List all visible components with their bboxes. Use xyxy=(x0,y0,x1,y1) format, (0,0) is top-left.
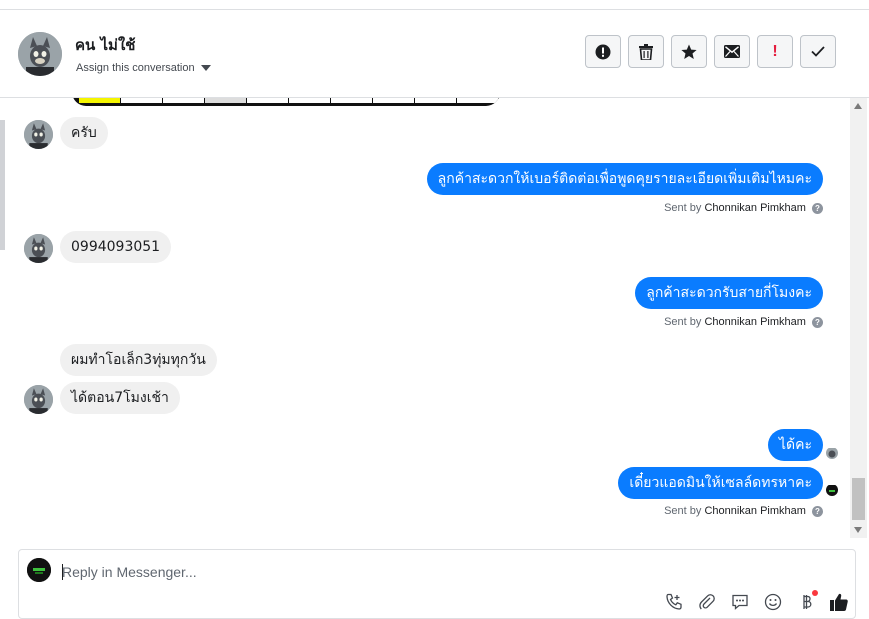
delete-button[interactable] xyxy=(628,35,664,68)
outgoing-message[interactable]: เดี๋ยวแอดมินให้เซลล์ดทรหาคะ xyxy=(618,467,823,499)
mark-done-button[interactable] xyxy=(800,35,836,68)
assign-label: Assign this conversation xyxy=(76,62,195,74)
mark-important-icon: ! xyxy=(772,42,778,60)
mark-unread-button[interactable] xyxy=(714,35,750,68)
agent-avatar xyxy=(27,558,51,582)
scrollbar-thumb[interactable] xyxy=(852,478,865,520)
payment-icon xyxy=(803,595,812,609)
attach-button[interactable] xyxy=(697,592,717,612)
payment-button[interactable] xyxy=(796,590,818,612)
star-button[interactable] xyxy=(671,35,707,68)
seen-indicator-avatar xyxy=(826,447,838,459)
outgoing-message[interactable]: ลูกค้าสะดวกให้เบอร์ติดต่อเพื่อพูดคุยรายล… xyxy=(426,163,823,195)
incoming-message[interactable]: ครับ xyxy=(60,117,108,149)
image-attachment[interactable] xyxy=(72,98,500,106)
like-button[interactable] xyxy=(829,592,849,612)
sent-by-label: Sent by Chonnikan Pimkham ? xyxy=(664,505,823,517)
star-icon xyxy=(681,44,697,59)
call-button[interactable] xyxy=(664,592,684,612)
incoming-message[interactable]: ผมทำโอเล็ก3ทุ่มทุกวัน xyxy=(60,344,217,376)
notification-dot xyxy=(812,590,818,596)
attachment-icon xyxy=(699,594,715,610)
trash-icon xyxy=(639,43,653,60)
emoji-icon xyxy=(764,593,782,611)
sent-by-prefix: Sent by xyxy=(664,202,702,214)
contact-avatar-small xyxy=(24,385,53,414)
saved-reply-icon xyxy=(732,594,748,610)
check-icon xyxy=(811,46,825,57)
contact-avatar-small xyxy=(24,120,53,149)
contact-name[interactable]: คน ไม่ใช้ xyxy=(75,33,135,57)
reply-input[interactable] xyxy=(62,562,662,582)
incoming-message[interactable]: ได้ตอน7โมงเช้า xyxy=(60,382,180,414)
saved-reply-button[interactable] xyxy=(730,592,750,612)
composer-tools xyxy=(664,590,849,612)
contact-avatar[interactable] xyxy=(18,32,62,76)
thread-scrollbar[interactable] xyxy=(850,98,867,538)
call-icon xyxy=(666,593,682,610)
emoji-button[interactable] xyxy=(763,592,783,612)
left-panel-scrollbar[interactable] xyxy=(0,120,5,250)
help-icon[interactable]: ? xyxy=(812,202,823,214)
help-icon[interactable]: ? xyxy=(812,316,823,328)
like-icon xyxy=(830,593,848,611)
help-icon[interactable]: ? xyxy=(812,505,823,517)
assign-conversation-dropdown[interactable]: Assign this conversation xyxy=(76,62,211,74)
incoming-message[interactable]: 0994093051 xyxy=(60,231,172,263)
reply-composer xyxy=(18,549,856,619)
scroll-down-arrow-icon[interactable] xyxy=(854,527,862,533)
sent-by-prefix: Sent by xyxy=(664,505,702,517)
outgoing-message[interactable]: ลูกค้าสะดวกรับสายกี่โมงคะ xyxy=(635,277,823,309)
report-spam-icon xyxy=(595,44,611,59)
message-thread: ครับ ลูกค้าสะดวกให้เบอร์ติดต่อเพื่อพูดคุ… xyxy=(7,98,850,538)
sent-by-agent[interactable]: Chonnikan Pimkham xyxy=(704,202,806,214)
sent-by-agent[interactable]: Chonnikan Pimkham xyxy=(704,316,806,328)
sent-by-prefix: Sent by xyxy=(664,316,702,328)
conversation-header: คน ไม่ใช้ Assign this conversation ! xyxy=(0,10,869,98)
sent-by-label: Sent by Chonnikan Pimkham ? xyxy=(664,202,823,214)
sent-by-agent[interactable]: Chonnikan Pimkham xyxy=(704,505,806,517)
mark-important-button[interactable]: ! xyxy=(757,35,793,68)
caret-down-icon xyxy=(200,65,211,71)
contact-avatar-small xyxy=(24,234,53,263)
scroll-up-arrow-icon[interactable] xyxy=(854,103,862,109)
sent-by-label: Sent by Chonnikan Pimkham ? xyxy=(664,316,823,328)
mail-icon xyxy=(724,45,740,58)
header-actions: ! xyxy=(585,35,836,68)
report-spam-button[interactable] xyxy=(585,35,621,68)
text-cursor xyxy=(62,564,63,580)
outgoing-message[interactable]: ได้คะ xyxy=(767,429,823,461)
agent-avatar-small xyxy=(826,484,838,496)
